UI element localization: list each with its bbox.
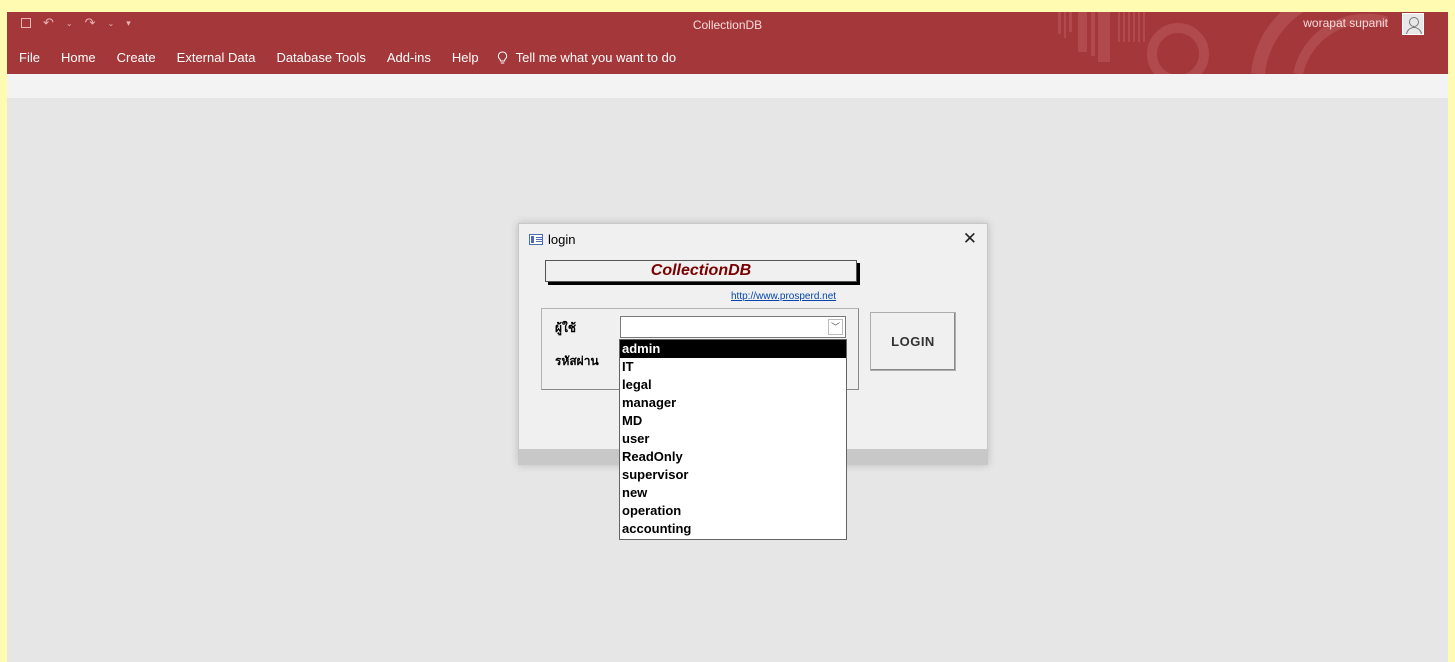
tell-me-search[interactable]: Tell me what you want to do — [497, 50, 676, 65]
close-icon[interactable]: ✕ — [963, 229, 977, 249]
account-name[interactable]: worapat supanit — [1303, 16, 1388, 30]
dropdown-option-manager[interactable]: manager — [620, 394, 846, 412]
title-row: ↶ ⌄ ↷ ⌄ ▾ CollectionDB worapat supanit — [7, 12, 1448, 74]
login-button[interactable]: LOGIN — [870, 312, 956, 371]
tab-add-ins[interactable]: Add-ins — [387, 50, 431, 65]
website-link[interactable]: http://www.prosperd.net — [731, 291, 836, 302]
dropdown-option-accounting[interactable]: accounting — [620, 520, 846, 538]
dropdown-option-legal[interactable]: legal — [620, 376, 846, 394]
dropdown-option-readonly[interactable]: ReadOnly — [620, 448, 846, 466]
dropdown-option-md[interactable]: MD — [620, 412, 846, 430]
lightbulb-icon — [497, 50, 507, 63]
password-label: รหัสผ่าน — [555, 354, 599, 368]
avatar[interactable] — [1402, 13, 1424, 35]
tab-database-tools[interactable]: Database Tools — [276, 50, 365, 65]
dialog-title-bar: login — [529, 232, 575, 247]
collapsed-ribbon — [7, 74, 1448, 98]
user-dropdown-list: admin IT legal manager MD user ReadOnly … — [619, 339, 847, 540]
dropdown-option-it[interactable]: IT — [620, 358, 846, 376]
dialog-title: login — [548, 232, 576, 247]
tab-file[interactable]: File — [19, 50, 40, 65]
tab-external-data[interactable]: External Data — [177, 50, 256, 65]
tab-help[interactable]: Help — [452, 50, 479, 65]
form-icon — [529, 234, 543, 245]
user-combobox[interactable]: ﹀ — [620, 316, 846, 338]
dropdown-option-supervisor[interactable]: supervisor — [620, 466, 846, 484]
tell-me-label: Tell me what you want to do — [515, 50, 677, 65]
ribbon-tabs: File Home Create External Data Database … — [19, 50, 676, 65]
dropdown-option-operation[interactable]: operation — [620, 502, 846, 520]
user-label: ผู้ใช้ — [555, 321, 577, 335]
tab-home[interactable]: Home — [61, 50, 96, 65]
title-bar: ↶ ⌄ ↷ ⌄ ▾ CollectionDB worapat supanit F… — [7, 12, 1448, 74]
dropdown-option-new[interactable]: new — [620, 484, 846, 502]
dropdown-option-admin[interactable]: admin — [620, 340, 846, 358]
dropdown-option-user[interactable]: user — [620, 430, 846, 448]
app-banner: CollectionDB — [545, 260, 857, 282]
chevron-down-icon[interactable]: ﹀ — [828, 319, 843, 335]
tab-create[interactable]: Create — [117, 50, 156, 65]
